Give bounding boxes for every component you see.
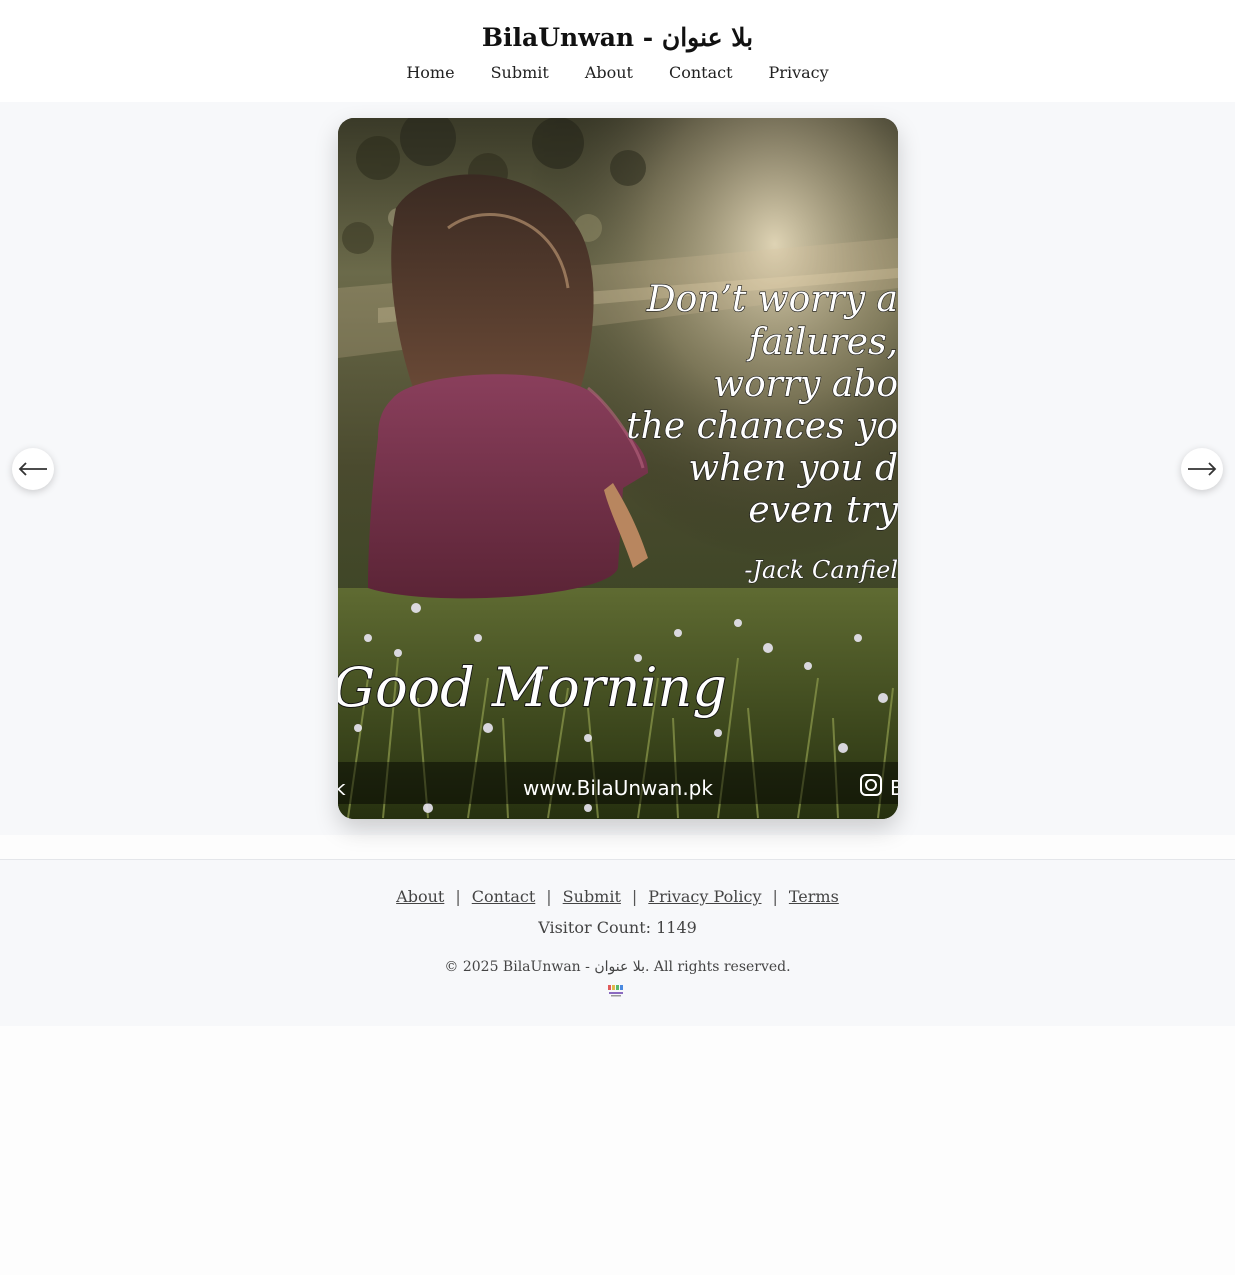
right-fragment-text: B: [890, 776, 898, 800]
greeting-text: Good Morning: [338, 656, 727, 719]
quote-line-2: failures,: [746, 322, 898, 363]
footer-link-contact[interactable]: Contact: [472, 887, 536, 906]
footer-link-submit[interactable]: Submit: [563, 887, 621, 906]
footer-link-about[interactable]: About: [396, 887, 444, 906]
nav-link-privacy[interactable]: Privacy: [769, 62, 829, 84]
website-text: www.BilaUnwan.pk: [523, 776, 713, 800]
footer-link-terms[interactable]: Terms: [789, 887, 839, 906]
nav-link-contact[interactable]: Contact: [669, 62, 733, 84]
quote-line-3: worry abo: [713, 364, 898, 405]
bilaunwan-logo-icon: [608, 985, 623, 997]
nav-link-home[interactable]: Home: [406, 62, 454, 84]
quote-image: Don’t worry a failures, worry abo the ch…: [338, 118, 898, 819]
footer-separator: |: [455, 887, 461, 906]
previous-slide-button[interactable]: [12, 448, 54, 490]
quote-line-5: when you d: [688, 448, 898, 489]
left-fragment-text: k: [338, 776, 346, 800]
slide-image[interactable]: Don’t worry a failures, worry abo the ch…: [338, 118, 898, 819]
main-nav: Home Submit About Contact Privacy: [0, 62, 1235, 84]
copyright-text: © 2025 BilaUnwan - بلا عنوان. All rights…: [444, 959, 791, 975]
quote-line-6: even try: [748, 490, 898, 531]
nav-link-about[interactable]: About: [585, 62, 633, 84]
image-slider: Don’t worry a failures, worry abo the ch…: [0, 102, 1235, 835]
quote-line-4: the chances yo: [626, 406, 898, 447]
footer-separator: |: [546, 887, 552, 906]
arrow-right-icon: [1188, 462, 1217, 476]
arrow-left-icon: [18, 462, 47, 476]
site-header: BilaUnwan - بلا عنوان Home Submit About …: [0, 0, 1235, 102]
footer-separator: |: [772, 887, 778, 906]
nav-link-submit[interactable]: Submit: [491, 62, 549, 84]
footer-links: About | Contact | Submit | Privacy Policy | Term…: [0, 886, 1235, 908]
footer-link-privacy-policy[interactable]: Privacy Policy: [648, 887, 761, 906]
visitor-count: Visitor Count: 1149: [538, 918, 697, 937]
quote-attribution: -Jack Canfiel: [744, 556, 898, 584]
quote-line-1: Don’t worry a: [646, 279, 898, 320]
next-slide-button[interactable]: [1181, 448, 1223, 490]
site-footer: About | Contact | Submit | Privacy Policy | Term…: [0, 859, 1235, 1026]
footer-separator: |: [631, 887, 638, 906]
site-title: BilaUnwan - بلا عنوان: [481, 23, 754, 52]
